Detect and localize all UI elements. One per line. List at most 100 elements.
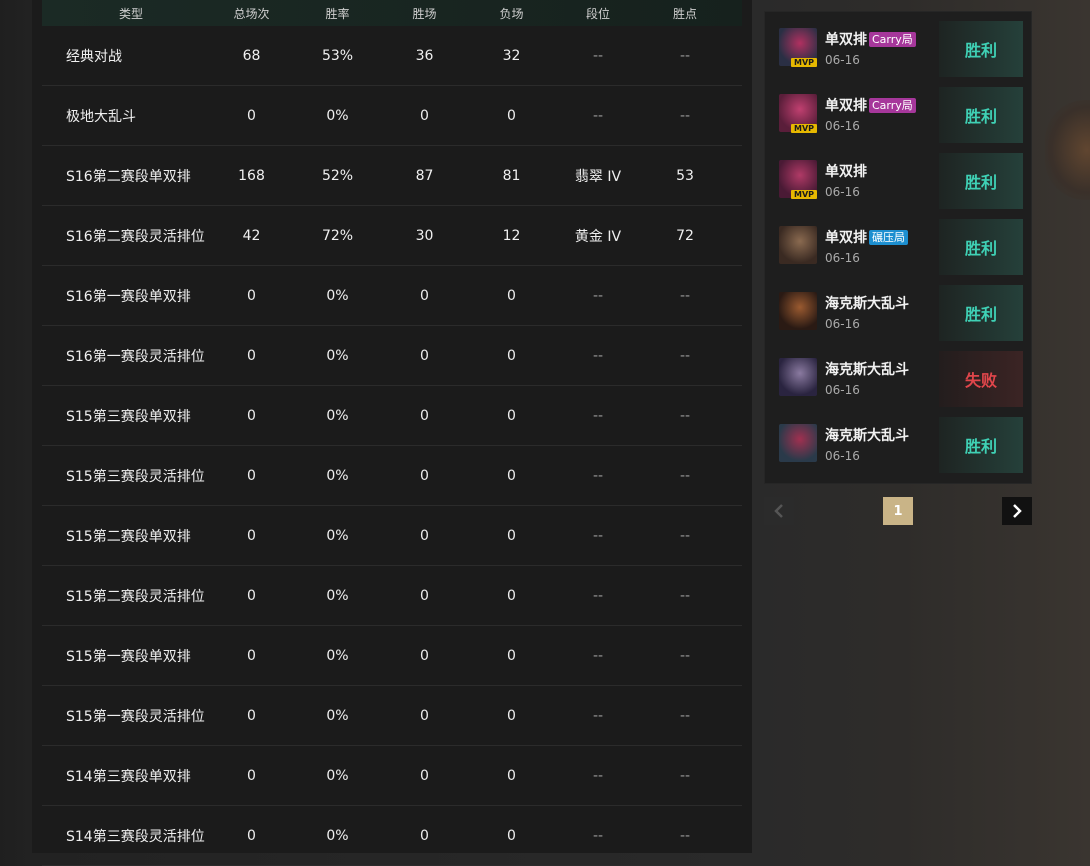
cell-losses: 81 (502, 167, 521, 184)
cell-type: S16第二赛段灵活排位 (66, 228, 205, 245)
cell-type: S15第一赛段灵活排位 (66, 708, 205, 725)
cell-points: -- (679, 767, 691, 784)
match-mode: 海克斯大乱斗 (825, 425, 909, 445)
table-row: S16第二赛段灵活排位 42 72% 30 12 黄金 IV 72 (42, 206, 742, 266)
cell-type: S14第三赛段单双排 (66, 768, 191, 785)
cell-type: S15第三赛段灵活排位 (66, 468, 205, 485)
match-mode: 单双排 Carry局 (825, 95, 916, 115)
cell-rate: 0% (326, 827, 349, 844)
cell-losses: 0 (507, 767, 516, 784)
cell-points: -- (679, 467, 691, 484)
page-number-button[interactable]: 1 (883, 497, 913, 525)
match-mode: 单双排 碾压局 (825, 227, 908, 247)
match-item[interactable]: MVP 单双排 Carry局 06-16 胜利 (779, 21, 1023, 77)
cell-type: S16第一赛段单双排 (66, 288, 191, 305)
match-result: 胜利 (939, 219, 1023, 275)
table-row: S15第一赛段单双排 0 0% 0 0 -- -- (42, 626, 742, 686)
cell-losses: 0 (507, 647, 516, 664)
cell-rank: -- (592, 287, 604, 304)
cell-rank: -- (592, 467, 604, 484)
match-item[interactable]: 海克斯大乱斗 06-16 失败 (779, 351, 1023, 407)
header-wins: 胜场 (412, 6, 437, 21)
match-item[interactable]: MVP 单双排 Carry局 06-16 胜利 (779, 87, 1023, 143)
match-result: 失败 (939, 351, 1023, 407)
cell-wins: 0 (420, 707, 429, 724)
table-row: S14第三赛段灵活排位 0 0% 0 0 -- -- (42, 806, 742, 866)
cell-total: 0 (247, 407, 256, 424)
match-item[interactable]: 单双排 碾压局 06-16 胜利 (779, 219, 1023, 275)
cell-rank: -- (592, 827, 604, 844)
match-mode: 单双排 Carry局 (825, 29, 916, 49)
match-date: 06-16 (825, 185, 860, 199)
cell-losses: 0 (507, 827, 516, 844)
cell-losses: 0 (507, 347, 516, 364)
match-mode: 海克斯大乱斗 (825, 293, 909, 313)
match-mode-label: 海克斯大乱斗 (825, 428, 909, 444)
header-rank: 段位 (585, 6, 610, 21)
cell-points: 53 (676, 167, 694, 184)
cell-wins: 0 (420, 107, 429, 124)
table-row: 经典对战 68 53% 36 32 -- -- (42, 26, 742, 86)
cell-points: -- (679, 707, 691, 724)
cell-points: -- (679, 287, 691, 304)
cell-wins: 0 (420, 767, 429, 784)
header-points: 胜点 (672, 6, 697, 21)
match-mode-label: 单双排 (825, 230, 867, 246)
cell-total: 0 (247, 347, 256, 364)
background-art (1045, 100, 1090, 200)
cell-total: 0 (247, 467, 256, 484)
mvp-badge: MVP (791, 190, 817, 199)
cell-rank: -- (592, 107, 604, 124)
match-item[interactable]: 海克斯大乱斗 06-16 胜利 (779, 417, 1023, 473)
match-item[interactable]: 海克斯大乱斗 06-16 胜利 (779, 285, 1023, 341)
cell-losses: 0 (507, 467, 516, 484)
cell-points: -- (679, 527, 691, 544)
cell-losses: 0 (507, 527, 516, 544)
cell-rank: -- (592, 647, 604, 664)
cell-wins: 0 (420, 527, 429, 544)
cell-total: 42 (242, 227, 261, 244)
cell-total: 0 (247, 827, 256, 844)
table-row: S15第一赛段灵活排位 0 0% 0 0 -- -- (42, 686, 742, 746)
cell-type: S15第三赛段单双排 (66, 408, 191, 425)
table-row: S15第二赛段单双排 0 0% 0 0 -- -- (42, 506, 742, 566)
cell-losses: 32 (502, 47, 521, 64)
table-row: S15第三赛段单双排 0 0% 0 0 -- -- (42, 386, 742, 446)
cell-points: -- (679, 347, 691, 364)
match-mode: 海克斯大乱斗 (825, 359, 909, 379)
cell-rank: -- (592, 527, 604, 544)
cell-points: -- (679, 407, 691, 424)
chevron-left-icon (774, 504, 783, 518)
table-row: S16第二赛段单双排 168 52% 87 81 翡翠 IV 53 (42, 146, 742, 206)
mvp-badge: MVP (791, 58, 817, 67)
cell-points: -- (679, 827, 691, 844)
cell-losses: 0 (507, 107, 516, 124)
cell-rank: -- (592, 47, 604, 64)
next-page-button[interactable] (1002, 497, 1032, 525)
match-mode-label: 单双排 (825, 164, 867, 180)
match-mode-label: 单双排 (825, 98, 867, 114)
cell-total: 0 (247, 287, 256, 304)
cell-rate: 53% (321, 47, 354, 64)
cell-rate: 0% (326, 707, 349, 724)
cell-rate: 0% (326, 107, 349, 124)
performance-tag: Carry局 (869, 98, 916, 113)
cell-wins: 36 (415, 47, 434, 64)
match-item[interactable]: MVP 单双排 06-16 胜利 (779, 153, 1023, 209)
table-row: S15第三赛段灵活排位 0 0% 0 0 -- -- (42, 446, 742, 506)
cell-wins: 0 (420, 827, 429, 844)
table-row: S16第一赛段单双排 0 0% 0 0 -- -- (42, 266, 742, 326)
champion-avatar (779, 226, 817, 264)
cell-losses: 12 (502, 227, 521, 244)
match-result: 胜利 (939, 417, 1023, 473)
cell-rank: -- (592, 407, 604, 424)
cell-total: 0 (247, 707, 256, 724)
cell-total: 0 (247, 587, 256, 604)
header-winrate: 胜率 (325, 6, 350, 21)
cell-total: 168 (238, 167, 265, 184)
match-history-panel: MVP 单双排 Carry局 06-16 胜利 MVP 单双排 Carry局 06-16 胜利 MV… (764, 11, 1032, 484)
prev-page-button[interactable] (764, 497, 794, 525)
table-row: 极地大乱斗 0 0% 0 0 -- -- (42, 86, 742, 146)
cell-rate: 0% (326, 647, 349, 664)
mvp-badge: MVP (791, 124, 817, 133)
